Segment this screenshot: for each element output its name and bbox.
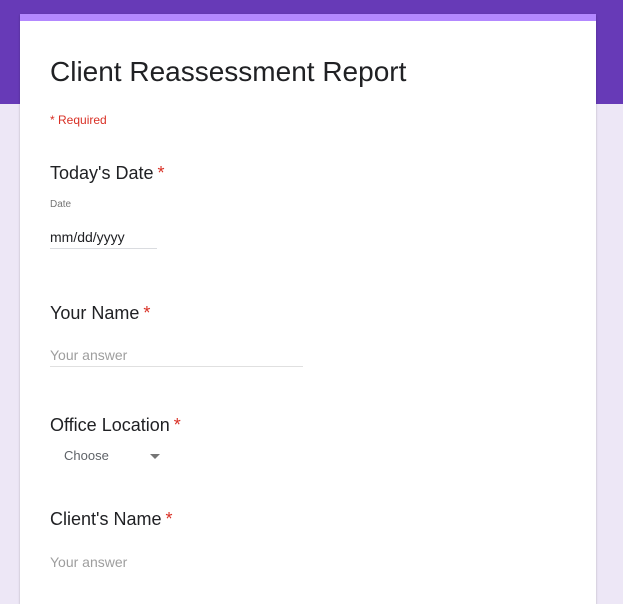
card-accent-strip xyxy=(20,14,596,21)
question-title-clients-name: Client's Name * xyxy=(50,507,173,531)
question-label: Your Name xyxy=(50,303,140,323)
required-note: * Required xyxy=(50,113,107,127)
date-input[interactable]: mm/dd/yyyy xyxy=(50,228,157,249)
form-title: Client Reassessment Report xyxy=(50,56,407,87)
date-caption: Date xyxy=(50,199,72,210)
office-location-dropdown[interactable]: Choose xyxy=(50,446,162,466)
form-card: Client Reassessment Report * Required To… xyxy=(20,14,596,604)
clients-name-input[interactable]: Your answer xyxy=(50,553,303,573)
required-asterisk: * xyxy=(143,303,151,323)
required-asterisk: * xyxy=(157,163,165,183)
your-name-input[interactable]: Your answer xyxy=(50,346,303,367)
question-title-office-location: Office Location * xyxy=(50,413,181,437)
question-title-your-name: Your Name * xyxy=(50,301,150,325)
arrow-drop-down-icon xyxy=(150,453,160,459)
question-title-todays-date: Today's Date * xyxy=(50,161,165,185)
question-label: Client's Name xyxy=(50,509,162,529)
dropdown-selected-value: Choose xyxy=(64,448,109,463)
required-asterisk: * xyxy=(165,509,173,529)
required-asterisk: * xyxy=(173,415,181,435)
question-label: Today's Date xyxy=(50,163,154,183)
question-label: Office Location xyxy=(50,415,170,435)
